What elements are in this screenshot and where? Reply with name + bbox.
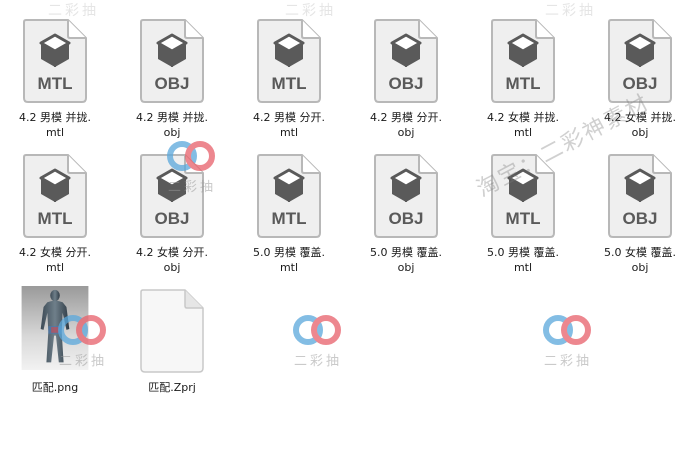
file-extension-line: mtl [45, 126, 65, 139]
file-name-line: 4.2 男模 分开. [370, 111, 442, 124]
svg-text:OBJ: OBJ [155, 74, 190, 93]
file-name-line: 5.0 女模 覆盖. [604, 246, 676, 259]
file-extension-line: mtl [513, 261, 533, 274]
file-item[interactable]: MTL 4.2 女模 并拢. mtl [468, 16, 578, 141]
mtl-file-icon: MTL [254, 151, 324, 239]
file-item[interactable]: MTL 4.2 男模 并拢. mtl [0, 16, 110, 141]
svg-text:MTL: MTL [272, 74, 307, 93]
file-item[interactable]: MTL 4.2 女模 分开. mtl [0, 151, 110, 276]
svg-text:OBJ: OBJ [389, 209, 424, 228]
svg-text:MTL: MTL [38, 209, 73, 228]
file-item[interactable]: OBJ 4.2 男模 分开. obj [351, 16, 461, 141]
file-item[interactable]: MTL 5.0 男模 覆盖. mtl [234, 151, 344, 276]
file-grid: MTL 4.2 男模 并拢. mtl OBJ 4.2 男模 并拢. obj MTL … [0, 0, 694, 461]
obj-file-icon: OBJ [605, 151, 675, 239]
svg-text:OBJ: OBJ [155, 209, 190, 228]
file-extension-line: mtl [279, 126, 299, 139]
watermark-logo-text: 二彩抽 [59, 354, 108, 369]
watermark-logo-text: 二彩抽 [294, 354, 343, 369]
file-name-line: 4.2 男模 分开. [253, 111, 325, 124]
obj-file-icon: OBJ [371, 151, 441, 239]
file-extension-line: mtl [279, 261, 299, 274]
file-name: 匹配.png [0, 380, 110, 395]
file-name-line: 4.2 男模 并拢. [19, 111, 91, 124]
file-name-line: 5.0 男模 覆盖. [370, 246, 442, 259]
file-name-line: 匹配.png [31, 381, 79, 394]
svg-text:MTL: MTL [38, 74, 73, 93]
file-name: 5.0 男模 覆盖. mtl [234, 245, 344, 275]
file-name-line: 5.0 男模 覆盖. [487, 246, 559, 259]
file-name: 4.2 男模 并拢. mtl [0, 110, 110, 140]
svg-text:MTL: MTL [506, 209, 541, 228]
obj-file-icon: OBJ [371, 16, 441, 104]
svg-text:MTL: MTL [272, 209, 307, 228]
blank-file-icon [137, 286, 207, 374]
file-item[interactable]: MTL 4.2 男模 分开. mtl [234, 16, 344, 141]
file-extension-line: mtl [45, 261, 65, 274]
watermark-top-text: 二彩抽 [285, 3, 336, 19]
watermark-top-text: 二彩抽 [48, 3, 99, 19]
file-name: 匹配.Zprj [117, 380, 227, 395]
file-name: 4.2 男模 并拢. obj [117, 110, 227, 140]
svg-text:OBJ: OBJ [623, 209, 658, 228]
file-extension-line: obj [163, 261, 181, 274]
file-name-line: 匹配.Zprj [148, 381, 196, 394]
watermark-logo-text: 二彩抽 [544, 354, 593, 369]
file-item[interactable]: OBJ 5.0 女模 覆盖. obj [585, 151, 694, 276]
mtl-file-icon: MTL [20, 16, 90, 104]
file-name: 5.0 男模 覆盖. obj [351, 245, 461, 275]
mtl-file-icon: MTL [20, 151, 90, 239]
file-name-line: 4.2 女模 分开. [136, 246, 208, 259]
file-item[interactable]: 匹配.Zprj [117, 286, 227, 411]
file-extension-line: obj [397, 126, 415, 139]
watermark-logo-text: 二彩抽 [168, 180, 217, 195]
file-item[interactable]: OBJ 4.2 男模 并拢. obj [117, 16, 227, 141]
mtl-file-icon: MTL [254, 16, 324, 104]
file-name: 4.2 女模 分开. obj [117, 245, 227, 275]
file-name-line: 4.2 男模 并拢. [136, 111, 208, 124]
file-name-line: 4.2 女模 并拢. [487, 111, 559, 124]
file-name: 5.0 男模 覆盖. mtl [468, 245, 578, 275]
file-name-line: 5.0 男模 覆盖. [253, 246, 325, 259]
watermark-top-text: 二彩抽 [545, 3, 596, 19]
file-name-line: 4.2 女模 分开. [19, 246, 91, 259]
file-name: 5.0 女模 覆盖. obj [585, 245, 694, 275]
svg-text:MTL: MTL [506, 74, 541, 93]
file-name: 4.2 男模 分开. obj [351, 110, 461, 140]
mtl-file-icon: MTL [488, 16, 558, 104]
file-name: 4.2 男模 分开. mtl [234, 110, 344, 140]
svg-text:OBJ: OBJ [389, 74, 424, 93]
file-item[interactable]: OBJ 5.0 男模 覆盖. obj [351, 151, 461, 276]
obj-file-icon: OBJ [137, 16, 207, 104]
file-extension-line: obj [631, 261, 649, 274]
file-name: 4.2 女模 分开. mtl [0, 245, 110, 275]
file-extension-line: obj [397, 261, 415, 274]
